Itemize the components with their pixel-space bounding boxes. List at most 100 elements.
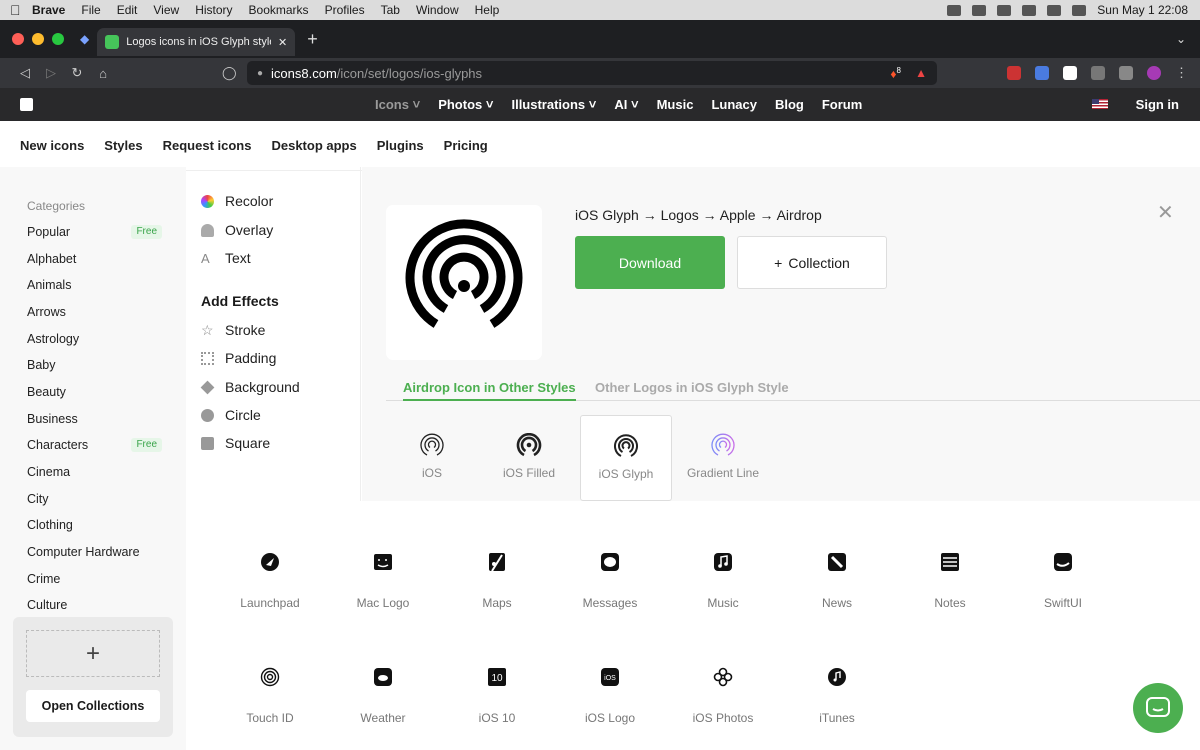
icon-tile-ios-10[interactable]: 10 iOS 10 (447, 667, 547, 725)
nav-blog[interactable]: Blog (775, 97, 804, 112)
brave-rewards-triangle-icon[interactable]: ▲ (915, 66, 927, 80)
menu-window[interactable]: Window (416, 3, 459, 17)
subnav-styles[interactable]: Styles (104, 138, 142, 153)
menu-app[interactable]: Brave (32, 3, 65, 17)
profile-icon[interactable] (1147, 66, 1161, 80)
category-business[interactable]: Business (27, 412, 162, 426)
open-collections-button[interactable]: Open Collections (26, 690, 160, 722)
minimize-window-button[interactable] (32, 33, 44, 45)
menu-help[interactable]: Help (475, 3, 500, 17)
icon-tile-maps[interactable]: Maps (447, 552, 547, 610)
tab-other-logos[interactable]: Other Logos in iOS Glyph Style (595, 380, 789, 395)
tab-list-icon[interactable]: ⌄ (1176, 32, 1186, 46)
apple-icon[interactable]:  (10, 2, 32, 18)
nav-photos[interactable]: Photos ˅ (438, 97, 493, 112)
category-arrows[interactable]: Arrows (27, 305, 162, 319)
menu-edit[interactable]: Edit (117, 3, 138, 17)
category-animals[interactable]: Animals (27, 278, 162, 292)
nav-lunacy[interactable]: Lunacy (711, 97, 757, 112)
icon-tile-news[interactable]: News (787, 552, 887, 610)
menu-tab[interactable]: Tab (381, 3, 400, 17)
nav-ai[interactable]: AI ˅ (614, 97, 638, 112)
url-bar[interactable]: ● icons8.com/icon/set/logos/ios-glyphs ♦… (247, 61, 937, 85)
menu-file[interactable]: File (81, 3, 100, 17)
category-computer-hardware[interactable]: Computer Hardware (27, 545, 162, 559)
nav-icons[interactable]: Icons ˅ (375, 97, 420, 112)
menu-view[interactable]: View (153, 3, 179, 17)
recolor-option[interactable]: Recolor (201, 193, 273, 209)
crumb-logos[interactable]: Logos (661, 207, 699, 223)
extension-icon[interactable] (1063, 66, 1077, 80)
add-to-collection-button[interactable]: + Collection (737, 236, 887, 289)
padding-option[interactable]: Padding (201, 350, 276, 366)
status-icon[interactable] (947, 4, 962, 16)
browser-tab[interactable]: Logos icons in iOS Glyph style f ✕ (97, 28, 296, 56)
text-option[interactable]: A Text (201, 250, 251, 266)
status-icon[interactable] (972, 4, 987, 16)
new-collection-button[interactable]: + (26, 630, 160, 677)
category-characters[interactable]: Characters Free (27, 438, 162, 452)
home-icon[interactable]: ⌂ (90, 66, 116, 81)
menu-icon[interactable]: ⋮ (1175, 65, 1188, 81)
bookmark-icon[interactable]: ◯ (222, 65, 237, 81)
style-ios[interactable]: iOS (386, 415, 478, 501)
extension-icon[interactable] (1035, 66, 1049, 80)
category-baby[interactable]: Baby (27, 358, 162, 372)
battery-icon[interactable] (1022, 4, 1037, 16)
subnav-desktop-apps[interactable]: Desktop apps (271, 138, 356, 153)
clock[interactable]: Sun May 1 22:08 (1097, 3, 1188, 17)
style-gradient-line[interactable]: Gradient Line (677, 415, 769, 501)
icon-tile-music[interactable]: Music (673, 552, 773, 610)
wifi-icon[interactable] (1047, 4, 1062, 16)
square-option[interactable]: Square (201, 435, 270, 451)
close-window-button[interactable] (12, 33, 24, 45)
style-ios-glyph[interactable]: iOS Glyph (580, 415, 672, 501)
category-clothing[interactable]: Clothing (27, 518, 162, 532)
subnav-pricing[interactable]: Pricing (444, 138, 488, 153)
category-popular[interactable]: Popular Free (27, 225, 162, 239)
icon-tile-swiftui[interactable]: SwiftUI (1013, 552, 1113, 610)
category-crime[interactable]: Crime (27, 572, 162, 586)
brave-shield-icon[interactable]: ♦8 (890, 66, 901, 81)
reload-icon[interactable]: ↻ (64, 65, 90, 81)
icon-tile-ios-photos[interactable]: iOS Photos (673, 667, 773, 725)
circle-option[interactable]: Circle (201, 407, 261, 423)
style-ios-filled[interactable]: iOS Filled (483, 415, 575, 501)
background-option[interactable]: Background (200, 379, 300, 395)
zoom-window-button[interactable] (52, 33, 64, 45)
category-culture[interactable]: Culture (27, 598, 162, 612)
icon-tile-mac-logo[interactable]: Mac Logo (333, 552, 433, 610)
icon-tile-ios-logo[interactable]: iOS iOS Logo (560, 667, 660, 725)
chat-support-button[interactable] (1133, 683, 1183, 733)
menu-bookmarks[interactable]: Bookmarks (249, 3, 309, 17)
icon-tile-notes[interactable]: Notes (900, 552, 1000, 610)
category-astrology[interactable]: Astrology (27, 332, 162, 346)
us-flag-icon[interactable] (1092, 99, 1108, 109)
new-tab-button[interactable]: + (307, 29, 318, 50)
category-beauty[interactable]: Beauty (27, 385, 162, 399)
menu-profiles[interactable]: Profiles (325, 3, 365, 17)
nav-illustrations[interactable]: Illustrations ˅ (511, 97, 596, 112)
status-icon[interactable] (997, 4, 1012, 16)
category-alphabet[interactable]: Alphabet (27, 252, 162, 266)
nav-music[interactable]: Music (657, 97, 694, 112)
brave-rewards-icon[interactable]: ◆ (80, 32, 89, 46)
close-tab-icon[interactable]: ✕ (278, 36, 287, 49)
subnav-plugins[interactable]: Plugins (377, 138, 424, 153)
puzzle-icon[interactable] (1091, 66, 1105, 80)
download-button[interactable]: Download (575, 236, 725, 289)
icon-tile-weather[interactable]: Weather (333, 667, 433, 725)
wallet-icon[interactable] (1119, 66, 1133, 80)
tab-other-styles[interactable]: Airdrop Icon in Other Styles (403, 380, 576, 401)
category-city[interactable]: City (27, 492, 162, 506)
close-icon[interactable]: ✕ (1157, 200, 1174, 225)
sign-in-link[interactable]: Sign in (1136, 97, 1179, 112)
stroke-option[interactable]: ☆ Stroke (201, 322, 265, 338)
menu-history[interactable]: History (195, 3, 232, 17)
category-cinema[interactable]: Cinema (27, 465, 162, 479)
subnav-request-icons[interactable]: Request icons (163, 138, 252, 153)
crumb-apple[interactable]: Apple (720, 207, 756, 223)
subnav-new-icons[interactable]: New icons (20, 138, 84, 153)
overlay-option[interactable]: Overlay (201, 222, 273, 238)
icon-tile-messages[interactable]: Messages (560, 552, 660, 610)
